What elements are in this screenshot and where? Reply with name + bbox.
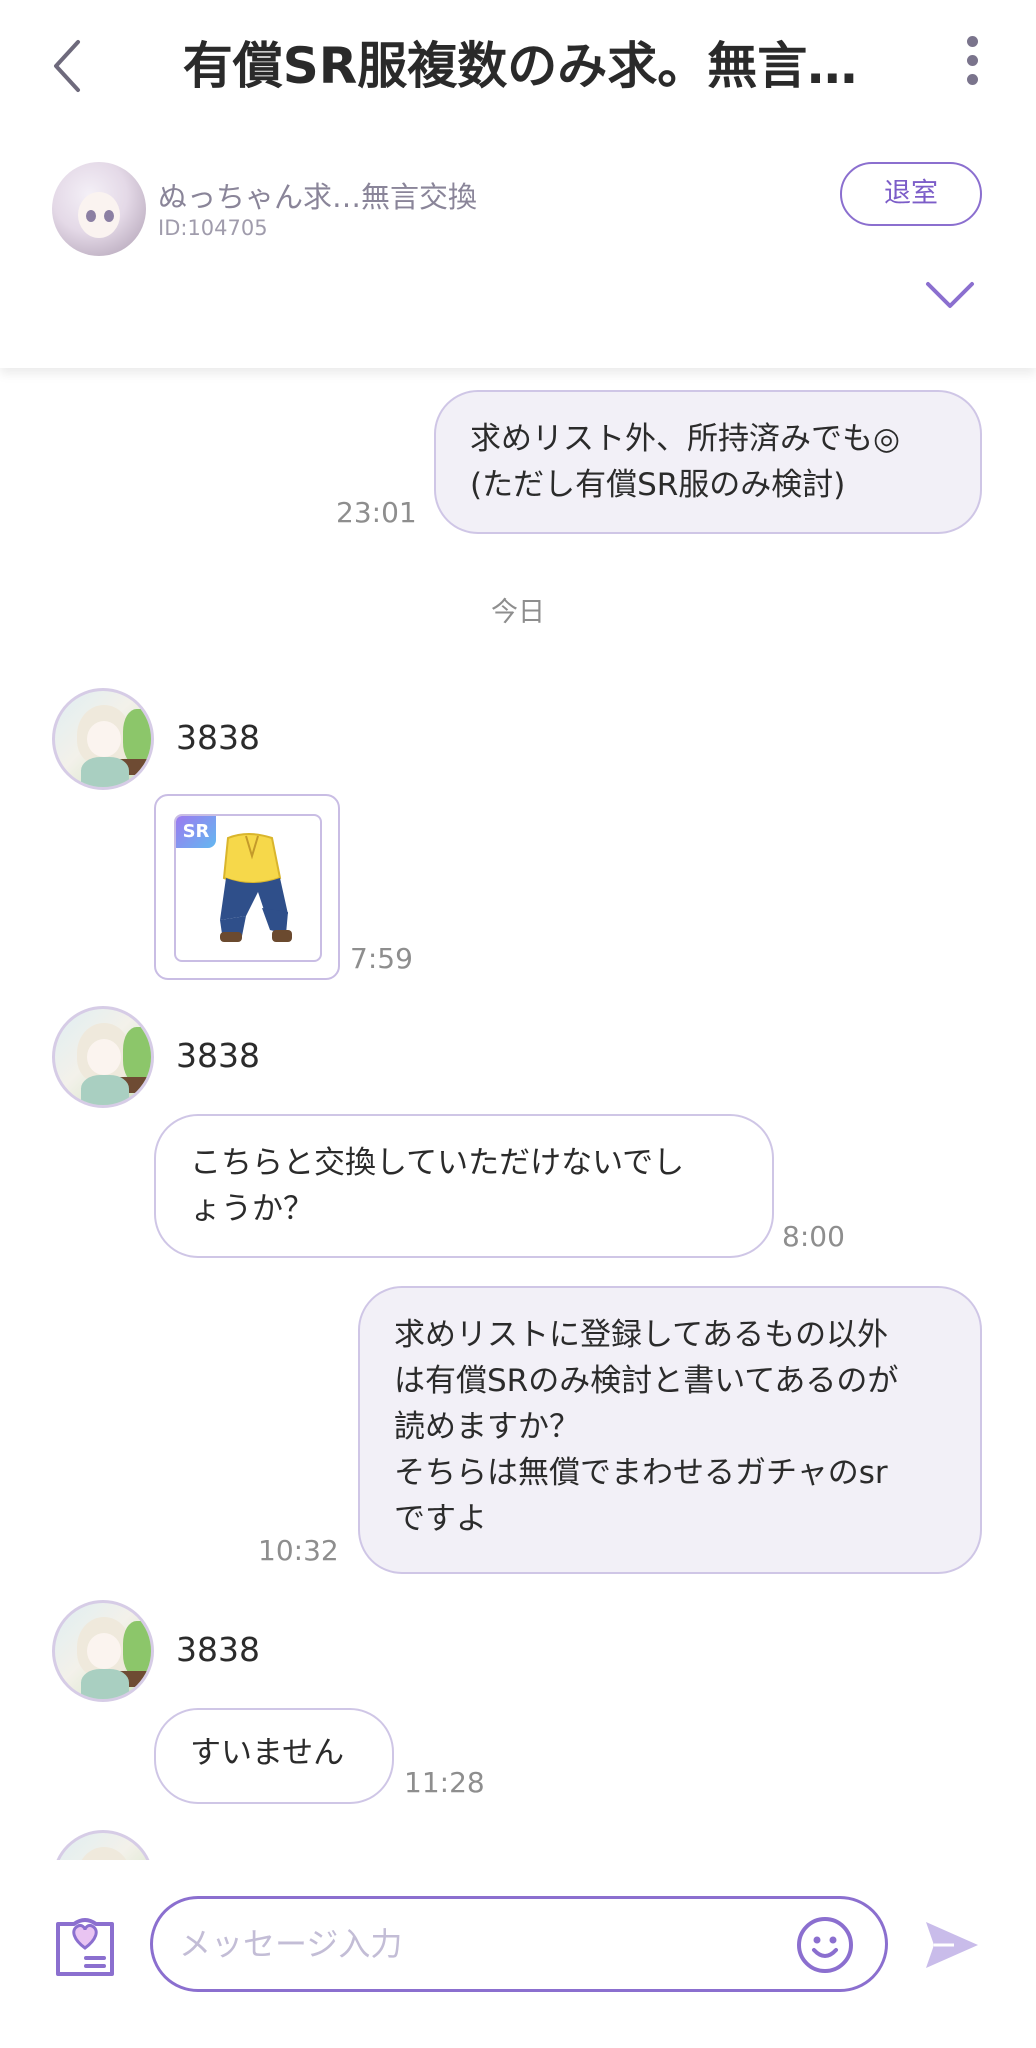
more-vertical-icon [966,36,978,47]
item-thumbnail: SR [174,814,322,962]
message-time: 11:28 [404,1766,485,1799]
room-host-avatar[interactable] [52,162,146,256]
more-dot [966,74,978,85]
avatar-hair [77,1847,131,1860]
avatar[interactable] [52,1006,154,1108]
item-card[interactable]: SR [154,794,340,980]
their-message-bubble[interactable]: こちらと交換していただけないでし ょうか？ [154,1114,774,1258]
avatar-body [81,757,129,787]
room-id: ID:104705 [158,216,268,240]
send-button[interactable] [922,1916,980,1974]
message-input-bar [0,1860,1036,2048]
message-time: 23:01 [336,496,417,529]
back-button[interactable] [44,34,92,98]
avatar-face [87,1039,121,1075]
message-input[interactable] [150,1896,888,1992]
message-time: 10:32 [258,1534,339,1567]
emoji-button[interactable] [796,1916,854,1974]
more-dot [966,55,978,66]
sender-name: 3838 [176,1630,260,1669]
their-message-bubble[interactable]: すいません [154,1708,394,1804]
my-message-bubble[interactable]: 求めリスト外、所持済みでも◎ (ただし有償SR服のみ検討) [434,390,982,534]
heart-note-icon [56,1918,114,1976]
message-time: 8:00 [782,1220,845,1253]
chat-header: 有償SR服複数のみ求。無言… ぬっちゃん求…無言交換 ID:104705 退室 [0,0,1036,368]
avatar-leaf [123,1621,151,1677]
avatar-body [81,1669,129,1699]
avatar-face [87,1633,121,1669]
page-title: 有償SR服複数のみ求。無言… [182,37,858,95]
expand-button[interactable] [922,276,978,316]
sticker-button[interactable] [52,1914,118,1980]
send-icon [926,1922,978,1968]
chevron-left-icon [54,40,80,92]
avatar-eye [104,210,114,222]
avatar-eye [86,210,96,222]
message-time: 7:59 [350,942,413,975]
avatar-body [81,1075,129,1105]
chevron-down-icon [926,282,974,308]
avatar-leaf [123,1027,151,1083]
chat-messages[interactable]: 23:01 求めリスト外、所持済みでも◎ (ただし有償SR服のみ検討) 今日 3… [0,368,1036,1860]
avatar-face [87,721,121,757]
room-host-name: ぬっちゃん求…無言交換 [158,180,478,214]
sender-name: 3838 [176,718,260,757]
avatar[interactable] [52,1600,154,1702]
sender-name: 3838 [176,1036,260,1075]
day-separator: 今日 [491,597,545,628]
my-message-bubble[interactable]: 求めリストに登録してあるもの以外 は有償SRのみ検討と書いてあるのが 読めますか… [358,1286,982,1574]
more-options-button[interactable] [952,36,992,92]
leave-room-button[interactable]: 退室 [840,162,982,226]
avatar-leaf [123,709,151,765]
avatar[interactable] [52,688,154,790]
avatar[interactable] [52,1830,154,1860]
smile-icon [797,1917,853,1973]
sr-badge: SR [176,816,216,848]
